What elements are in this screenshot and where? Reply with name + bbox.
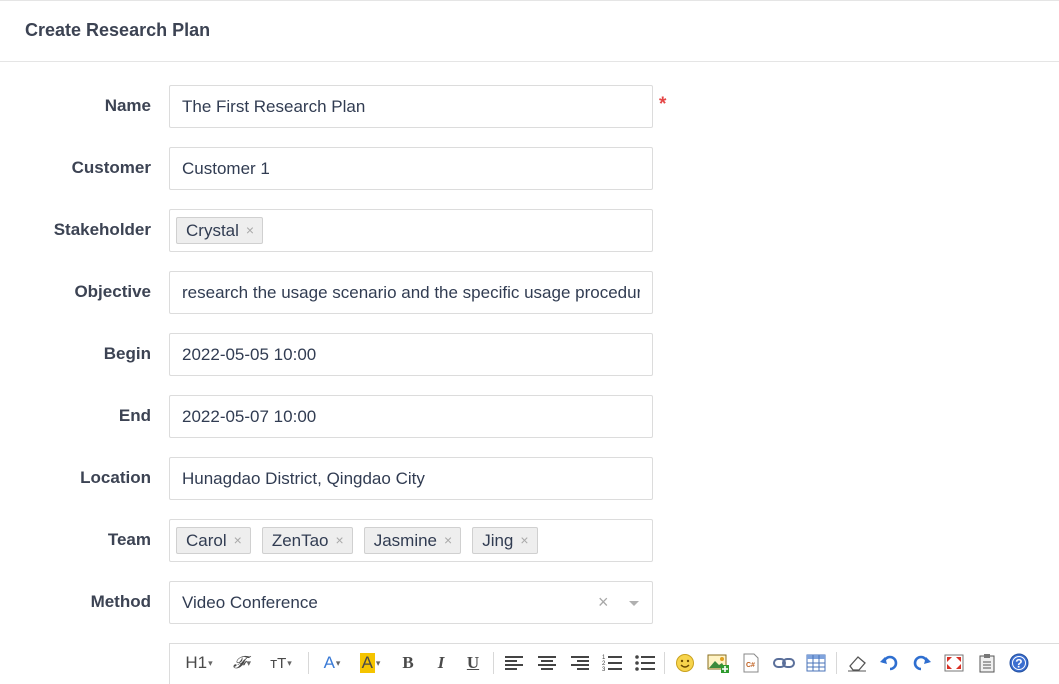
chip-remove-icon[interactable]: × [234, 528, 242, 553]
begin-datetime-input[interactable] [169, 333, 653, 376]
customer-select[interactable]: Customer 1 [169, 147, 653, 190]
chip-remove-icon[interactable]: × [246, 218, 254, 243]
team-chip: Jasmine × [363, 527, 462, 554]
align-left-icon[interactable] [503, 652, 525, 674]
form-row-objective: Objective [0, 271, 1059, 314]
form-row-team: Team Carol × ZenTao × Jasmine × Jing × [0, 519, 1059, 562]
end-label: End [118, 406, 151, 425]
svg-text:3: 3 [602, 667, 606, 672]
code-block-icon[interactable]: C# [740, 652, 762, 674]
stakeholder-chip: Crystal × [176, 217, 264, 244]
italic-button[interactable]: I [431, 652, 451, 674]
toolbar-separator [664, 652, 665, 674]
begin-label: Begin [103, 344, 151, 363]
chip-remove-icon[interactable]: × [336, 528, 344, 553]
bullet-list-icon[interactable] [634, 652, 656, 674]
form-row-begin: Begin [0, 333, 1059, 376]
chevron-down-icon[interactable] [629, 601, 639, 606]
method-select[interactable]: Video Conference [169, 581, 653, 624]
team-chip: ZenTao × [261, 527, 353, 554]
location-input[interactable] [169, 457, 653, 500]
objective-label: Objective [74, 282, 151, 301]
form-row-end: End [0, 395, 1059, 438]
team-label: Team [107, 530, 151, 549]
editor-toolbar: H1 ▾ 𝓕 ▾ тT ▾ A ▾ A ▾ B I U 123 C# ? [169, 643, 1059, 684]
form-row-location: Location [0, 457, 1059, 500]
link-icon[interactable] [772, 652, 796, 674]
toolbar-separator [836, 652, 837, 674]
customer-value: Customer 1 [182, 159, 270, 178]
insert-image-icon[interactable] [706, 652, 730, 674]
form-row-method: Method Video Conference × [0, 581, 1059, 624]
align-center-icon[interactable] [536, 652, 558, 674]
fullscreen-icon[interactable] [943, 652, 965, 674]
undo-icon[interactable] [878, 652, 900, 674]
svg-text:C#: C# [746, 662, 755, 669]
toolbar-separator [308, 652, 309, 674]
font-color-button[interactable]: A ▾ [318, 652, 346, 674]
bold-button[interactable]: B [398, 652, 418, 674]
customer-label: Customer [71, 158, 151, 177]
method-value: Video Conference [182, 593, 318, 612]
heading-button[interactable]: H1 ▾ [182, 652, 216, 674]
redo-icon[interactable] [911, 652, 933, 674]
method-label: Method [90, 592, 151, 611]
location-label: Location [80, 468, 151, 487]
team-chip: Carol × [176, 527, 251, 554]
name-label: Name [104, 96, 151, 115]
team-chip: Jing × [472, 527, 538, 554]
chip-remove-icon[interactable]: × [444, 528, 452, 553]
form-row-customer: Customer Customer 1 [0, 147, 1059, 190]
help-icon[interactable]: ? [1008, 652, 1030, 674]
highlight-button[interactable]: A ▾ [354, 652, 386, 674]
table-icon[interactable] [805, 652, 827, 674]
stakeholder-label: Stakeholder [53, 220, 151, 239]
page-title: Create Research Plan [25, 20, 211, 40]
toolbar-separator [493, 652, 494, 674]
name-input[interactable] [169, 85, 653, 128]
clear-icon[interactable]: × [598, 592, 609, 613]
page-header: Create Research Plan [0, 1, 1059, 62]
font-family-button[interactable]: 𝓕 ▾ [228, 652, 256, 674]
underline-button[interactable]: U [463, 652, 483, 674]
required-mark: * [659, 94, 667, 115]
font-size-button[interactable]: тT ▾ [266, 652, 296, 674]
emoji-icon[interactable] [674, 652, 696, 674]
align-right-icon[interactable] [569, 652, 591, 674]
eraser-icon[interactable] [846, 652, 868, 674]
team-multiselect[interactable]: Carol × ZenTao × Jasmine × Jing × [169, 519, 653, 562]
form-row-name: Name * [0, 85, 1059, 128]
objective-input[interactable] [169, 271, 653, 314]
paste-icon[interactable] [976, 652, 998, 674]
end-datetime-input[interactable] [169, 395, 653, 438]
svg-text:?: ? [1015, 657, 1022, 671]
stakeholder-multiselect[interactable]: Crystal × [169, 209, 653, 252]
chip-remove-icon[interactable]: × [520, 528, 528, 553]
ordered-list-icon[interactable]: 123 [601, 652, 623, 674]
form-row-stakeholder: Stakeholder Crystal × [0, 209, 1059, 252]
